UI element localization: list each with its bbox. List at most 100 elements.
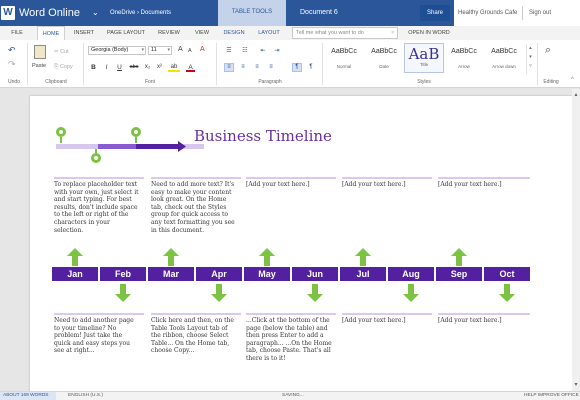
align-left-icon[interactable]: ≡ (224, 63, 234, 72)
month-feb[interactable]: Feb (100, 267, 146, 281)
month-apr[interactable]: Apr (196, 267, 242, 281)
undo-icon[interactable]: ↶ (8, 46, 16, 55)
align-center-icon[interactable]: ≡ (238, 63, 248, 72)
month-may[interactable]: May (244, 267, 290, 281)
top-cell-text[interactable]: [Add your text here.] (438, 181, 524, 189)
month-jul[interactable]: Jul (340, 267, 386, 281)
style-normal[interactable]: AaBbCc Normal (324, 43, 364, 73)
copy-button[interactable]: ⎘ Copy (54, 63, 73, 71)
month-jan[interactable]: Jan (52, 267, 98, 281)
chevron-down-icon[interactable]: ▾ (529, 54, 532, 60)
chevron-down-icon: ▾ (167, 47, 170, 53)
bottom-cell-text[interactable]: Click here and then, on the Table Tools … (151, 317, 237, 355)
tab-open-in-word[interactable]: OPEN IN WORD (404, 26, 454, 40)
tell-me-input[interactable]: Tell me what you want to do ✧ (292, 27, 398, 39)
align-right-icon[interactable]: ≡ (252, 63, 262, 72)
breadcrumb[interactable]: OneDrive › Documents (110, 9, 171, 17)
cut-button[interactable]: ✂ Cut (54, 48, 69, 56)
ribbon: ↶ ↷ Undo Paste ✂ Cut ⎘ Copy Clipboard Ge… (0, 40, 580, 88)
grow-font-icon[interactable]: A (178, 46, 183, 54)
paste-clipboard-icon[interactable] (34, 45, 46, 59)
status-bar: ABOUT 169 WORDS ENGLISH (U.S.) SAVING...… (0, 391, 580, 400)
bottom-cell-text[interactable]: Need to add another page to your timelin… (54, 317, 140, 355)
tab-page-layout[interactable]: PAGE LAYOUT (104, 26, 148, 40)
app-name[interactable]: Word Online (19, 6, 80, 20)
top-cell-text[interactable]: [Add your text here.] (246, 181, 332, 189)
clear-formatting-icon[interactable]: A (200, 46, 205, 54)
subscript-button[interactable]: x₂ (143, 63, 152, 72)
highlight-button[interactable]: ab (168, 63, 180, 72)
share-button[interactable]: Share (420, 5, 450, 21)
month-mar[interactable]: Mar (148, 267, 194, 281)
collapse-ribbon-icon[interactable]: ^ (571, 76, 574, 84)
timeline-title[interactable]: Business Timeline (194, 126, 332, 146)
underline-button[interactable]: U (115, 63, 124, 72)
tab-review[interactable]: REVIEW (154, 26, 184, 40)
increase-indent-icon[interactable]: ⇥ (272, 47, 282, 56)
decrease-indent-icon[interactable]: ⇤ (258, 47, 268, 56)
group-label-styles: Styles (417, 79, 431, 85)
saving-status: SAVING... (282, 393, 304, 398)
style-arrow-down[interactable]: AaBbCc Arrow down (484, 43, 524, 73)
more-styles-icon[interactable]: ▿ (529, 63, 532, 69)
bottom-cell-text[interactable]: [Add your text here.] (342, 317, 428, 325)
arrow-down-icon (211, 284, 227, 302)
word-count[interactable]: ABOUT 169 WORDS (0, 392, 56, 400)
app-menu-chevron-icon[interactable]: ⌄ (92, 7, 99, 19)
month-oct[interactable]: Oct (484, 267, 530, 281)
column-rule (151, 313, 241, 315)
tab-insert[interactable]: INSERT (70, 26, 98, 40)
bottom-cell-text[interactable]: ...Click at the bottom of the page (belo… (246, 317, 332, 363)
font-name-select[interactable]: Georgia (Body) ▾ (88, 46, 146, 55)
document-name[interactable]: Document 6 (300, 9, 338, 17)
top-cell-text[interactable]: Need to add more text? It's easy to make… (151, 181, 237, 234)
user-name[interactable]: Healthy Grounds Cafe (458, 9, 517, 17)
find-icon[interactable]: ⌕ (545, 45, 551, 56)
top-cell-text[interactable]: To replace placeholder text with your ow… (54, 181, 140, 234)
column-rule (438, 313, 530, 315)
word-logo-icon[interactable]: W (1, 6, 15, 20)
paste-button[interactable]: Paste (32, 62, 46, 70)
tab-layout[interactable]: LAYOUT (254, 26, 284, 40)
tab-view[interactable]: VIEW (189, 26, 215, 40)
document-page[interactable]: Business Timeline To replace placeholder… (30, 96, 572, 396)
help-improve-office-link[interactable]: HELP IMPROVE OFFICE (524, 392, 579, 400)
tab-design[interactable]: DESIGN (220, 26, 248, 40)
style-title[interactable]: AaB Title (404, 43, 444, 73)
shrink-font-icon[interactable]: A (188, 47, 192, 55)
sign-out-link[interactable]: Sign out (529, 9, 551, 17)
numbering-icon[interactable]: ☷ (240, 47, 250, 56)
chevron-up-icon[interactable]: ▴ (529, 45, 532, 51)
group-label-undo: Undo (8, 79, 20, 85)
right-to-left-icon[interactable]: ¶ (306, 63, 316, 72)
group-label-paragraph: Paragraph (258, 79, 282, 85)
strikethrough-button[interactable]: abc (127, 63, 141, 72)
styles-scroll[interactable]: ▴ ▾ ▿ (526, 44, 534, 74)
font-color-button[interactable]: A (186, 63, 195, 72)
style-arrow[interactable]: AaBbCc Arrow (444, 43, 484, 73)
bold-button[interactable]: B (89, 63, 98, 72)
vertical-scrollbar[interactable]: ▴ ▾ (572, 89, 580, 391)
scroll-up-icon[interactable]: ▴ (572, 91, 580, 98)
font-size-select[interactable]: 11 ▾ (148, 46, 172, 55)
superscript-button[interactable]: x² (155, 63, 164, 72)
style-name: Normal (336, 64, 352, 69)
left-to-right-icon[interactable]: ¶ (292, 63, 302, 72)
bullets-icon[interactable]: ☰ (224, 47, 234, 56)
tab-file[interactable]: FILE (6, 26, 28, 40)
redo-icon[interactable]: ↷ (8, 60, 16, 69)
scroll-down-icon[interactable]: ▾ (572, 381, 580, 388)
bottom-cell-text[interactable]: [Add your text here.] (438, 317, 524, 325)
month-sep[interactable]: Sep (436, 267, 482, 281)
tab-home[interactable]: HOME (37, 26, 65, 40)
language-indicator[interactable]: ENGLISH (U.S.) (68, 392, 103, 400)
justify-icon[interactable]: ≡ (266, 63, 276, 72)
style-sample: AaBbCc (451, 48, 477, 55)
month-aug[interactable]: Aug (388, 267, 434, 281)
divider (27, 43, 28, 85)
top-cell-text[interactable]: [Add your text here.] (342, 181, 428, 189)
style-date[interactable]: AaBbCc Date (364, 43, 404, 73)
copy-label: Copy (59, 64, 73, 70)
month-jun[interactable]: Jun (292, 267, 338, 281)
italic-button[interactable]: I (102, 63, 111, 72)
